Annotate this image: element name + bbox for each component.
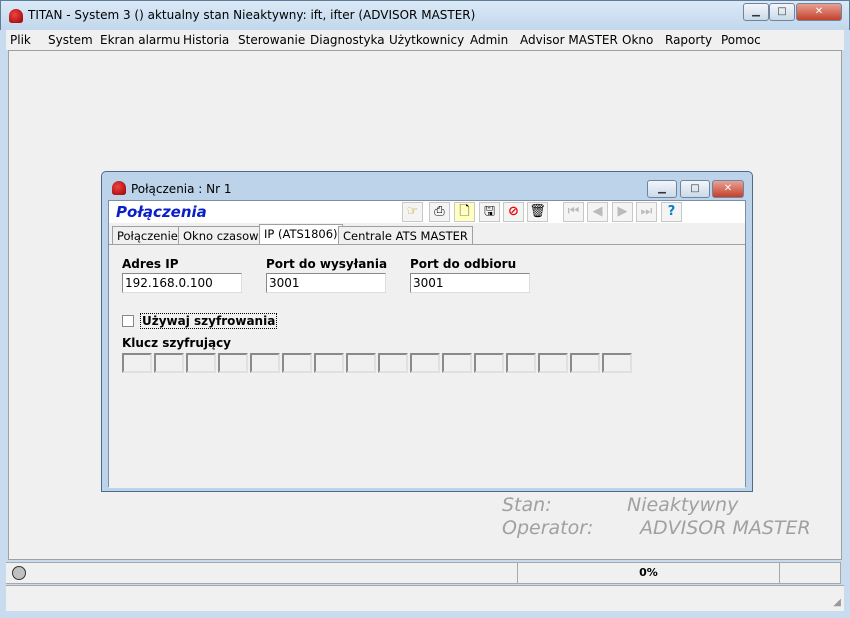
child-maximize-button[interactable]: □: [680, 180, 710, 198]
new-document-icon[interactable]: 🗋: [454, 202, 475, 222]
menu-10[interactable]: Raporty: [665, 33, 712, 47]
connections-window: Połączenia : Nr 1 ▁ □ ✕ Połączenia ☞ ⎙ 🗋…: [101, 171, 753, 492]
progress-text: 0%: [517, 562, 780, 584]
menu-6[interactable]: Użytkownicy: [389, 33, 464, 47]
next-record-icon[interactable]: ▶: [612, 202, 633, 222]
menu-bar: Plik System Ekran alarmu Historia Sterowanie…: [6, 30, 844, 50]
encryption-key-field[interactable]: [474, 353, 504, 373]
child-close-button[interactable]: ✕: [712, 180, 744, 198]
encryption-key-field[interactable]: [378, 353, 408, 373]
ip-address-label: Adres IP: [122, 257, 179, 271]
encryption-key-field[interactable]: [122, 353, 152, 373]
encryption-key-field[interactable]: [154, 353, 184, 373]
menu-3[interactable]: Historia: [183, 33, 229, 47]
state-label: Stan:: [502, 494, 552, 516]
operator-value: ADVISOR MASTER: [640, 517, 811, 539]
child-minimize-button[interactable]: ▁: [647, 180, 677, 198]
help-icon[interactable]: ?: [661, 202, 682, 222]
receive-port-input[interactable]: 3001: [410, 273, 530, 293]
previous-record-icon[interactable]: ◀: [587, 202, 608, 222]
state-value: Nieaktywny: [627, 494, 739, 516]
tab-centrale-ats-master[interactable]: Centrale ATS MASTER: [338, 226, 473, 245]
encryption-key-field[interactable]: [346, 353, 376, 373]
tab-okno-czasowe[interactable]: Okno czasowe: [178, 226, 271, 245]
window-body: Połączenia ☞ ⎙ 🗋 🖫 ⊘ 🗑 ⏮ ◀ ▶ ⏭ ? Połącze…: [108, 200, 746, 488]
status-section-right: [779, 562, 841, 584]
encryption-key-field[interactable]: [538, 353, 568, 373]
encryption-key-field[interactable]: [218, 353, 248, 373]
menu-0[interactable]: Plik: [10, 33, 31, 47]
ip-tab-panel: Adres IP 192.168.0.100 Port do wysyłania…: [109, 244, 745, 488]
encryption-checkbox[interactable]: [122, 315, 134, 327]
encryption-key-field[interactable]: [186, 353, 216, 373]
receive-port-label: Port do odbioru: [410, 257, 517, 271]
menu-8[interactable]: Advisor MASTER: [520, 33, 618, 47]
minimize-button[interactable]: ▁: [743, 3, 769, 21]
send-port-input[interactable]: 3001: [266, 273, 386, 293]
folder-pointer-icon[interactable]: ☞: [402, 202, 423, 222]
save-icon[interactable]: 🖫: [479, 202, 500, 222]
encryption-key-field[interactable]: [506, 353, 536, 373]
encryption-key-field[interactable]: [570, 353, 600, 373]
status-section-main: [6, 562, 518, 584]
menu-4[interactable]: Sterowanie: [238, 33, 305, 47]
operator-label: Operator:: [502, 517, 594, 539]
encryption-key-field[interactable]: [250, 353, 280, 373]
tab-ip-ats1806[interactable]: IP (ATS1806): [259, 224, 343, 245]
encryption-key-field[interactable]: [314, 353, 344, 373]
menu-7[interactable]: Admin: [470, 33, 508, 47]
tab-polaczenie[interactable]: Połączenie: [112, 226, 183, 245]
encryption-key-field[interactable]: [282, 353, 312, 373]
window-logo-icon: [112, 181, 126, 195]
menu-9[interactable]: Okno: [622, 33, 653, 47]
menu-2[interactable]: Ekran alarmu: [100, 33, 180, 47]
encryption-key-label: Klucz szyfrujący: [122, 336, 232, 350]
send-port-label: Port do wysyłania: [266, 257, 388, 271]
close-button[interactable]: ✕: [796, 3, 842, 21]
encryption-checkbox-label[interactable]: Używaj szyfrowania: [140, 313, 278, 329]
menu-11[interactable]: Pomoc: [721, 33, 761, 47]
trash-icon[interactable]: 🗑: [527, 202, 548, 222]
header-bar: Połączenia ☞ ⎙ 🗋 🖫 ⊘ 🗑 ⏮ ◀ ▶ ⏭ ?: [109, 201, 745, 223]
titan-logo-icon: [9, 9, 23, 23]
window-title: Połączenia : Nr 1: [131, 182, 232, 196]
header-title: Połączenia: [116, 203, 207, 221]
encryption-key-field[interactable]: [602, 353, 632, 373]
first-record-icon[interactable]: ⏮: [563, 202, 584, 222]
menu-1[interactable]: System: [48, 33, 93, 47]
encryption-key-field[interactable]: [410, 353, 440, 373]
resize-grip-icon[interactable]: ◢: [833, 597, 841, 608]
ip-address-input[interactable]: 192.168.0.100: [122, 273, 242, 293]
encryption-key-field[interactable]: [442, 353, 472, 373]
menu-5[interactable]: Diagnostyka: [310, 33, 385, 47]
maximize-button[interactable]: □: [769, 3, 795, 21]
connection-indicator-icon: [12, 566, 26, 580]
app-title: TITAN - System 3 () aktualny stan Nieakt…: [28, 8, 476, 22]
bottom-status-bar: ◢: [6, 585, 844, 611]
app-title-bar: TITAN - System 3 () aktualny stan Nieakt…: [0, 0, 850, 30]
print-icon[interactable]: ⎙: [429, 202, 450, 222]
cancel-icon[interactable]: ⊘: [503, 202, 524, 222]
last-record-icon[interactable]: ⏭: [636, 202, 657, 222]
